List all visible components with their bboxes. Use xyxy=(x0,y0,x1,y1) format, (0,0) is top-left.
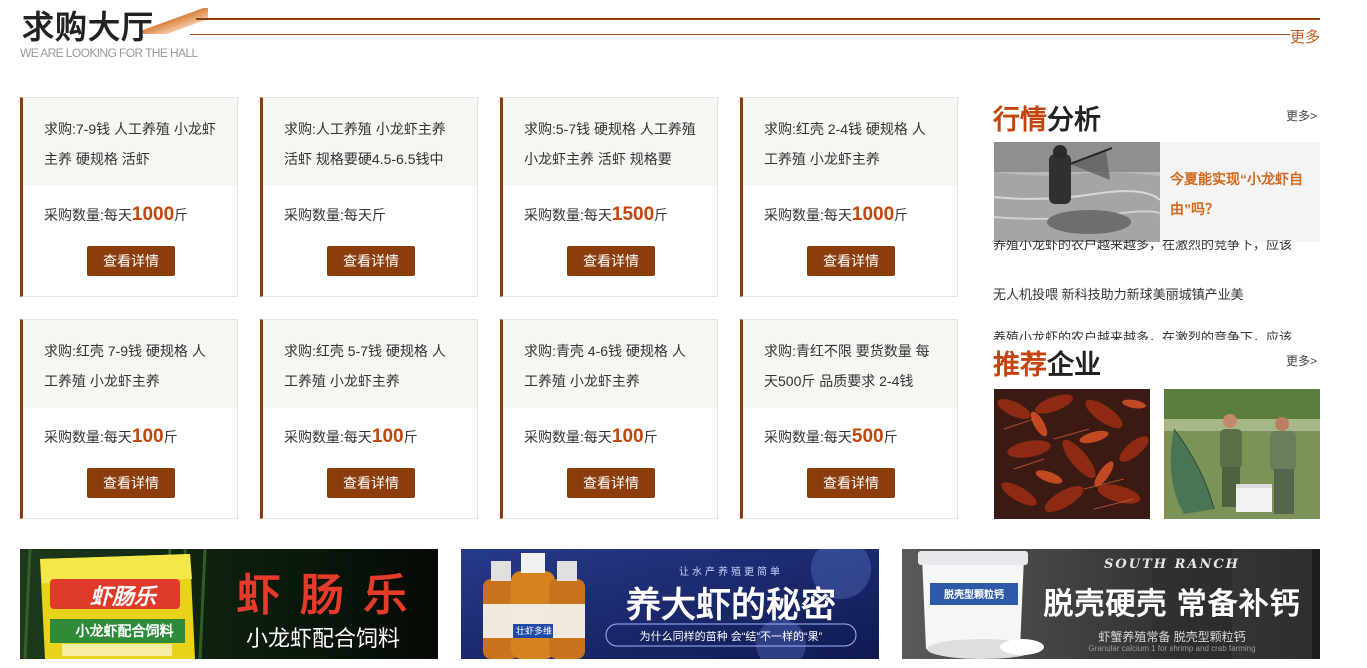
card-description: 求购:青壳 4-6钱 硬规格 人工养殖 小龙虾主养 xyxy=(503,320,717,408)
card-description: 求购:红壳 5-7钱 硬规格 人工养殖 小龙虾主养 xyxy=(263,320,477,408)
news-item[interactable]: 养殖小龙虾的农户越来越多，在激烈的竞争下，应该 xyxy=(993,328,1320,340)
vitamin-ad-banner[interactable]: 壮虾多维 让水产养殖更简单 养大虾的秘密 为什么同样的苗种 会“结”不一样的“果… xyxy=(461,549,879,659)
banner-title: 脱壳硬壳 常备补钙 xyxy=(1043,588,1301,621)
header-divider xyxy=(196,18,1320,20)
recommend-more-link[interactable]: 更多> xyxy=(1286,352,1317,369)
bucket-label: 脱壳型颗粒钙 xyxy=(944,590,1004,601)
market-more-link[interactable]: 更多> xyxy=(1286,107,1317,124)
view-details-button[interactable]: 查看详情 xyxy=(567,246,655,276)
news-item[interactable]: 无人机投喂 新科技助力新球美丽城镇产业美 xyxy=(993,284,1320,303)
more-link[interactable]: 更多 xyxy=(1290,26,1320,47)
market-analysis-title: 行情分析 xyxy=(993,105,1101,136)
news-item[interactable]: 养殖小龙虾的农户越来越多，在激烈的竞争下，应该 xyxy=(993,240,1320,254)
enterprise-crayfish-image[interactable] xyxy=(994,389,1150,519)
banner-subtitle: 为什么同样的苗种 会“结”不一样的“果” xyxy=(639,631,823,643)
card-quantity: 采购数量:每天100斤 xyxy=(284,426,418,447)
news-feature-title[interactable]: 今夏能实现“小龙虾自由”吗？ xyxy=(1160,142,1320,242)
purchase-card: 求购:青壳 4-6钱 硬规格 人工养殖 小龙虾主养 采购数量:每天100斤 查看… xyxy=(500,319,718,519)
banner-brand: SOUTH RANCH xyxy=(1104,557,1240,572)
bag-brand-label: 虾肠乐 xyxy=(89,584,156,609)
banner-title: 养大虾的秘密 xyxy=(625,586,836,625)
enterprise-farm-image[interactable] xyxy=(1164,389,1320,519)
purchase-card: 求购:7-9钱 人工养殖 小龙虾主养 硬规格 活虾 采购数量:每天1000斤 查… xyxy=(20,97,238,297)
banner-title: 虾 肠 乐 xyxy=(236,570,410,621)
purchase-card: 求购:青红不限 要货数量 每天500斤 品质要求 2-4钱 采购数量:每天500… xyxy=(740,319,958,519)
card-quantity: 采购数量:每天1000斤 xyxy=(764,204,909,225)
section-header: 求购大厅 WE ARE LOOKING FOR THE HALL 更多 xyxy=(20,0,1320,70)
view-details-button[interactable]: 查看详情 xyxy=(87,468,175,498)
calcium-ad-banner[interactable]: 脱壳型颗粒钙 SOUTH RANCH 脱壳硬壳 常备补钙 虾蟹养殖常备 脱壳型颗… xyxy=(902,549,1320,659)
view-details-button[interactable]: 查看详情 xyxy=(567,468,655,498)
header-divider-thin xyxy=(190,34,1290,35)
view-details-button[interactable]: 查看详情 xyxy=(327,468,415,498)
view-details-button[interactable]: 查看详情 xyxy=(327,246,415,276)
card-quantity: 采购数量:每天斤 xyxy=(284,207,386,223)
view-details-button[interactable]: 查看详情 xyxy=(87,246,175,276)
purchase-card: 求购:人工养殖 小龙虾主养活虾 规格要硬4.5-6.5钱中 采购数量:每天斤 查… xyxy=(260,97,478,297)
card-description: 求购:7-9钱 人工养殖 小龙虾主养 硬规格 活虾 xyxy=(23,98,237,186)
card-quantity: 采购数量:每天100斤 xyxy=(524,426,658,447)
card-description: 求购:青红不限 要货数量 每天500斤 品质要求 2-4钱 xyxy=(743,320,957,408)
card-description: 求购:红壳 7-9钱 硬规格 人工养殖 小龙虾主养 xyxy=(23,320,237,408)
bottle-label: 壮虾多维 xyxy=(515,626,552,636)
purchase-card: 求购:5-7钱 硬规格 人工养殖 小龙虾主养 活虾 规格要 采购数量:每天150… xyxy=(500,97,718,297)
banner-tagline: 让水产养殖更简单 xyxy=(679,567,783,578)
news-feature-image[interactable] xyxy=(994,142,1160,242)
card-description: 求购:人工养殖 小龙虾主养活虾 规格要硬4.5-6.5钱中 xyxy=(263,98,477,186)
card-quantity: 采购数量:每天100斤 xyxy=(44,426,178,447)
banner-subtitle: 虾蟹养殖常备 脱壳型颗粒钙 xyxy=(1098,630,1246,644)
bag-product-label: 小龙虾配合饲料 xyxy=(75,623,174,639)
banner-subtitle: 小龙虾配合饲料 xyxy=(245,626,400,651)
card-description: 求购:红壳 2-4钱 硬规格 人工养殖 小龙虾主养 xyxy=(743,98,957,186)
purchase-card: 求购:红壳 7-9钱 硬规格 人工养殖 小龙虾主养 采购数量:每天100斤 查看… xyxy=(20,319,238,519)
banner-subtitle-en: Granular calcium 1 for shrimp and crab f… xyxy=(1088,644,1256,653)
view-details-button[interactable]: 查看详情 xyxy=(807,468,895,498)
recommend-title: 推荐企业 xyxy=(993,343,1107,382)
feed-ad-banner[interactable]: 虾肠乐 小龙虾配合饲料 虾 肠 乐 小龙虾配合饲料 xyxy=(20,549,438,659)
card-quantity: 采购数量:每天1000斤 xyxy=(44,204,189,225)
purchase-card: 求购:红壳 2-4钱 硬规格 人工养殖 小龙虾主养 采购数量:每天1000斤 查… xyxy=(740,97,958,297)
page-title: 求购大厅 xyxy=(22,8,155,46)
view-details-button[interactable]: 查看详情 xyxy=(807,246,895,276)
purchase-card: 求购:红壳 5-7钱 硬规格 人工养殖 小龙虾主养 采购数量:每天100斤 查看… xyxy=(260,319,478,519)
card-quantity: 采购数量:每天1500斤 xyxy=(524,204,669,225)
page-subtitle: WE ARE LOOKING FOR THE HALL xyxy=(20,46,198,60)
card-quantity: 采购数量:每天500斤 xyxy=(764,426,898,447)
card-description: 求购:5-7钱 硬规格 人工养殖 小龙虾主养 活虾 规格要 xyxy=(503,98,717,186)
